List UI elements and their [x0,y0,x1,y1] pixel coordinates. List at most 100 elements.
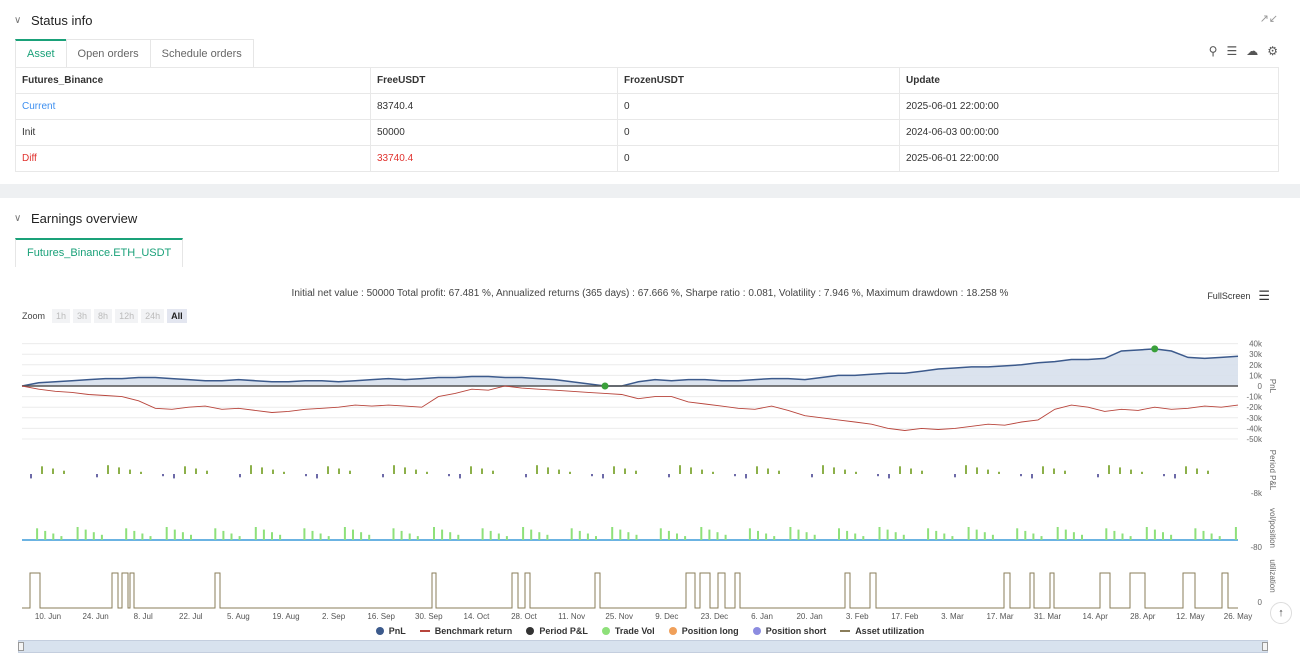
trade-vol-bar [368,534,371,540]
period-bar [52,468,54,474]
cell: 83740.4 [370,93,618,120]
tab-schedule-orders[interactable]: Schedule orders [149,39,254,68]
gear-icon[interactable]: ⚙ [1267,44,1278,58]
x-tick-label: 17. Feb [891,612,919,621]
chart-legend: PnL Benchmark return Period P&L Trade Vo… [0,626,1300,636]
trade-vol-bar [311,530,314,540]
tab-asset[interactable]: Asset [15,39,67,68]
trade-vol-bar [481,528,484,540]
trade-vol-bar [967,527,970,540]
period-bar [547,467,549,474]
cloud-download-icon[interactable]: ☁ [1246,44,1258,58]
trade-vol-bar [400,530,403,540]
legend-position-short[interactable]: Position short [752,626,826,636]
scroll-top-button[interactable]: ↑ [1270,602,1292,624]
chevron-down-icon[interactable]: ∨ [14,15,22,26]
cell: 50000 [370,119,618,146]
period-bar [965,465,967,474]
tab-open-orders[interactable]: Open orders [65,39,151,68]
period-bar [844,469,846,474]
trade-vol-bar [716,532,719,540]
trade-vol-bar [522,527,525,540]
col-exchange: Futures_Binance [15,67,371,94]
period-bar [833,467,835,474]
trade-vol-bar [1153,529,1156,540]
x-tick-label: 11. Nov [558,612,585,621]
period-bar [1196,468,1198,474]
range-navigator[interactable] [18,640,1268,653]
vol-tick-label: -80 [1250,543,1262,552]
legend-pnl[interactable]: PnL [375,626,406,636]
legend-period-pnl[interactable]: Period P&L [526,626,588,636]
period-bar [569,471,571,474]
status-header[interactable]: ∨ Status info [14,12,92,28]
row-label: Current [15,93,371,120]
period-bar [404,467,406,474]
x-tick-label: 24. Jun [82,612,108,621]
period-bar [448,474,450,477]
trade-vol-bar [271,532,273,540]
period-bar [107,465,109,474]
x-tick-label: 9. Dec [655,612,678,621]
period-bar [1130,469,1132,474]
period-bar [635,470,637,474]
period-bar [701,469,703,474]
trade-vol-bar [659,528,662,540]
trade-vol-bar [878,527,881,540]
legend-position-long[interactable]: Position long [668,626,739,636]
legend-asset-utilization[interactable]: Asset utilization [840,626,924,636]
trade-vol-bar [327,536,330,540]
earnings-chart[interactable]: 40k30k 20k10k 0 -10k-20k -30k-40k -50k PnL -8k P… [0,198,1300,628]
period-bar [272,469,274,474]
trade-vol-bar [1113,530,1116,540]
navigator-left-handle[interactable] [18,642,24,651]
trade-vol-bar [84,529,87,540]
trade-vol-bar [52,533,55,540]
period-bar [591,474,593,477]
x-tick-label: 22. Jul [179,612,203,621]
x-tick-label: 30. Sep [415,612,443,621]
x-tick-label: 20. Jan [796,612,822,621]
period-bar [338,468,340,474]
trade-vol-bar [805,532,808,540]
status-panel: ∨ Status info ↗↙ Asset Open orders Sched… [0,0,1300,184]
status-title: Status info [31,12,93,28]
trade-vol-bar [586,533,589,540]
expand-icon[interactable]: ↗↙ [1260,12,1278,25]
trade-vol-bar [254,527,257,540]
trade-vol-bar [181,532,184,540]
trade-vol-bar [530,529,533,540]
trade-vol-bar [797,529,800,540]
period-bar [173,474,175,479]
period-bar [327,466,329,474]
period-bar [976,467,978,474]
period-bar [1042,466,1044,474]
period-bar [459,474,461,479]
x-tick-label: 23. Dec [701,612,729,621]
period-bar [1108,465,1110,474]
search-icon[interactable]: ⚲ [1209,44,1218,58]
trade-vol-bar [125,528,128,540]
trade-vol-bar [902,534,905,540]
x-tick-label: 14. Apr [1083,612,1109,621]
period-bar [140,471,142,474]
benchmark-line [21,385,1239,431]
trade-vol-bar [765,533,768,540]
trade-vol-bar [1162,532,1164,540]
period-bar [1163,474,1165,477]
x-tick-label: 26. May [1224,612,1252,621]
period-bar [734,474,736,477]
navigator-right-handle[interactable] [1262,642,1268,651]
trade-vol-bar [416,536,419,540]
trade-vol-bar [433,527,435,540]
earnings-panel: ∨ Earnings overview Futures_Binance.ETH_… [0,198,1300,662]
legend-benchmark[interactable]: Benchmark return [419,626,512,636]
trade-vol-bar [1024,530,1027,540]
list-icon[interactable]: ☰ [1226,44,1237,58]
legend-trade-vol[interactable]: Trade Vol [601,626,655,636]
row-label: Init [15,119,371,146]
period-bar [679,465,681,474]
trade-vol-bar [1234,527,1237,540]
period-bar [690,467,692,474]
trade-vol-bar [1016,528,1019,540]
